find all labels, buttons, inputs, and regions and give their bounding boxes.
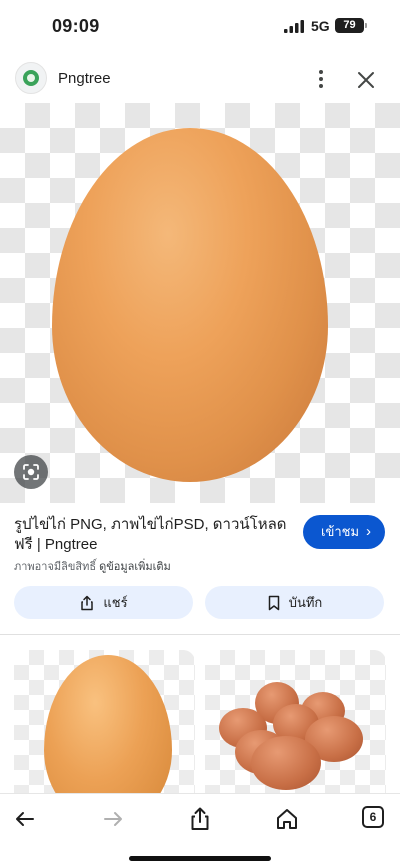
bookmark-icon: [268, 595, 279, 610]
visit-label: เข้าชม: [321, 524, 360, 539]
tabs-icon[interactable]: 6: [362, 806, 384, 828]
battery-tip: [365, 23, 367, 28]
result-title[interactable]: รูปไข่ไก่ PNG, ภาพไข่ไก่PSD, ดาวน์โหลดฟร…: [14, 515, 294, 555]
save-label: บันทึก: [288, 595, 323, 610]
close-icon[interactable]: [352, 66, 380, 94]
related-image-1[interactable]: [14, 650, 195, 800]
share-label: แชร์: [103, 595, 128, 610]
egg-image: [44, 655, 172, 800]
signal-icon: [284, 20, 304, 33]
more-vert-icon[interactable]: [308, 66, 334, 92]
chevron-right-icon: ›: [366, 523, 371, 540]
copyright-note: ภาพอาจมีลิขสิทธิ์: [14, 561, 97, 573]
image-preview[interactable]: [0, 103, 400, 503]
share-icon: [81, 595, 94, 610]
egg-image: [52, 128, 328, 482]
sheet-header: Pngtree: [0, 58, 400, 100]
back-arrow-icon[interactable]: [12, 806, 38, 832]
battery-level: 79: [335, 18, 364, 33]
status-bar: 09:09 5G 79: [0, 0, 400, 54]
save-button[interactable]: บันทึก: [205, 586, 384, 619]
network-type: 5G: [311, 18, 330, 34]
home-indicator: [129, 856, 271, 861]
site-name: Pngtree: [58, 70, 111, 87]
related-image-2[interactable]: [205, 650, 386, 800]
status-time: 09:09: [52, 16, 100, 36]
egg-image: [251, 736, 321, 790]
divider: [0, 634, 400, 635]
lens-icon[interactable]: [14, 455, 48, 489]
more-info-link[interactable]: ดูข้อมูลเพิ่มเติม: [99, 561, 171, 573]
forward-arrow-icon[interactable]: [100, 806, 126, 832]
logo-icon: [15, 62, 47, 94]
home-icon[interactable]: [274, 806, 300, 832]
share-button[interactable]: แชร์: [14, 586, 193, 619]
share-sheet-icon[interactable]: [187, 806, 213, 832]
result-meta: ภาพอาจมีลิขสิทธิ์ ดูข้อมูลเพิ่มเติม: [14, 557, 314, 575]
visit-button[interactable]: เข้าชม ›: [303, 515, 385, 549]
